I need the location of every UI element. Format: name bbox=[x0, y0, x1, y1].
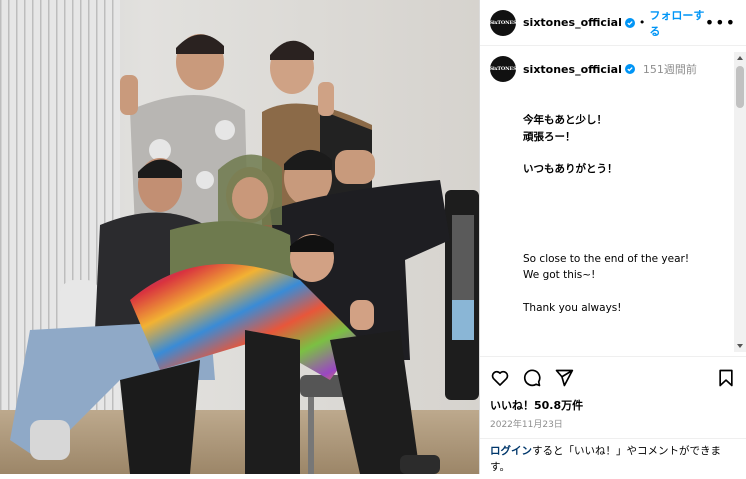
post-date[interactable]: 2022年11月23日 bbox=[490, 417, 736, 430]
like-count[interactable]: いいね！50.8万件 bbox=[490, 397, 736, 413]
heart-icon[interactable] bbox=[490, 368, 510, 388]
verified-badge-icon bbox=[624, 64, 635, 74]
caption-line: 今年もあと少し！ bbox=[523, 114, 607, 126]
caption-text: 今年もあと少し！ 頑張ろー！ いつもありがとう！ So close to the… bbox=[523, 112, 734, 316]
scroll-up-arrow-icon[interactable] bbox=[737, 56, 743, 60]
post-sidebar: SixTONES sixtones_official • フォローする ••• … bbox=[479, 0, 746, 474]
follow-button[interactable]: フォローする bbox=[649, 7, 704, 39]
caption-line: We got this~! bbox=[523, 269, 596, 281]
caption-line: So close to the end of the year! bbox=[523, 252, 690, 265]
login-prompt: ログインすると「いいね！」やコメントができます。 bbox=[480, 438, 746, 479]
login-link[interactable]: ログイン bbox=[490, 445, 532, 457]
caption-scrollbar[interactable] bbox=[734, 52, 746, 352]
caption-line: 頑張ろー！ bbox=[523, 130, 576, 143]
post-header: SixTONES sixtones_official • フォローする ••• bbox=[480, 0, 746, 46]
caption-area: SixTONES sixtones_official 151週間前 今年もあと少… bbox=[480, 46, 734, 356]
post-time-ago[interactable]: 151週間前 bbox=[643, 61, 697, 77]
profile-avatar[interactable]: SixTONES bbox=[490, 9, 517, 36]
scrollbar-thumb[interactable] bbox=[736, 66, 744, 108]
verified-badge-icon bbox=[624, 17, 635, 28]
caption-line: いつもありがとう！ bbox=[523, 163, 618, 175]
more-options-icon[interactable]: ••• bbox=[705, 13, 736, 32]
caption-line: Thank you always! bbox=[523, 301, 622, 314]
post-actions: いいね！50.8万件 2022年11月23日 bbox=[480, 356, 746, 430]
separator-dot: • bbox=[638, 16, 646, 29]
caption-avatar[interactable]: SixTONES bbox=[490, 56, 517, 82]
username-link[interactable]: sixtones_official bbox=[523, 16, 622, 29]
comment-icon[interactable] bbox=[522, 368, 542, 388]
caption-header: SixTONES sixtones_official 151週間前 bbox=[480, 46, 734, 82]
post-viewer: SixTONES sixtones_official • フォローする ••• … bbox=[0, 0, 746, 474]
bookmark-icon[interactable] bbox=[716, 368, 736, 388]
scroll-down-arrow-icon[interactable] bbox=[737, 344, 743, 348]
post-photo[interactable] bbox=[0, 0, 479, 474]
caption-username-link[interactable]: sixtones_official bbox=[523, 63, 622, 76]
group-photo-image bbox=[0, 0, 479, 474]
share-icon[interactable] bbox=[554, 368, 574, 388]
action-icons bbox=[490, 367, 736, 389]
